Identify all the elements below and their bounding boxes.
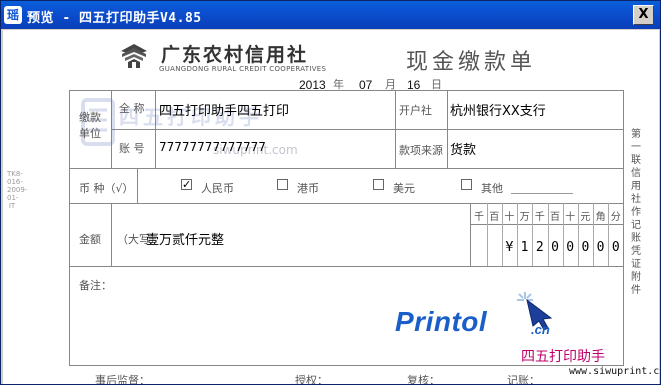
amount-column-rule bbox=[501, 203, 503, 266]
amount-digit-9: 0 bbox=[611, 240, 620, 255]
app-icon: 瑶 bbox=[4, 6, 22, 24]
bank-logo-icon bbox=[121, 44, 147, 68]
rule-bank-label bbox=[447, 90, 448, 168]
bank-label: 开户社 bbox=[399, 104, 432, 117]
rule-amount-label bbox=[111, 203, 112, 266]
bank-value: 杭州银行XX支行 bbox=[450, 104, 546, 119]
brand-name: 四五打印助手 bbox=[521, 349, 605, 365]
rule-currency-label bbox=[137, 168, 138, 203]
printol-brand: Printol bbox=[395, 306, 488, 337]
rule-currency-top bbox=[69, 168, 624, 169]
title-bar[interactable]: 瑶 预览 - 四五打印助手V4.85 X bbox=[1, 1, 660, 29]
currency-usd-checkbox bbox=[373, 179, 384, 190]
footer-authorize: 授权： bbox=[295, 374, 328, 384]
amount-column-rule bbox=[577, 203, 579, 266]
amount-column-rule bbox=[562, 203, 564, 266]
payer-group-label: 缴款单位 bbox=[79, 111, 101, 140]
currency-label: 币 种（√） bbox=[79, 182, 134, 195]
brand-url: www.siwuprint.com bbox=[569, 366, 659, 377]
amount-column-rule bbox=[593, 203, 595, 266]
side-note: 第一联 信用社作记账凭证附件 bbox=[631, 129, 641, 296]
amount-unit-6: 十 bbox=[565, 212, 576, 223]
remarks-label: 备注： bbox=[79, 279, 112, 292]
amount-unit-8: 角 bbox=[595, 212, 606, 223]
amount-unit-7: 元 bbox=[580, 212, 591, 223]
currency-other-line bbox=[511, 193, 573, 194]
form-title: 现金缴款单 bbox=[406, 50, 537, 75]
footer-supervisor: 事后监督： bbox=[95, 374, 150, 384]
amount-digit-7: 0 bbox=[581, 240, 590, 255]
footer-record: 记账： bbox=[507, 374, 540, 384]
amount-digit-4: 2 bbox=[535, 240, 544, 255]
amount-unit-9: 分 bbox=[610, 212, 621, 223]
amount-column-rule bbox=[608, 203, 610, 266]
amount-column-rule bbox=[547, 203, 549, 266]
amount-unit-4: 千 bbox=[534, 212, 545, 223]
amount-column-rule bbox=[532, 203, 534, 266]
left-code: TK8-016-2009-01-IT bbox=[7, 170, 28, 210]
amount-digit-5: 0 bbox=[551, 240, 559, 255]
printol-suffix: .cn bbox=[531, 322, 550, 337]
currency-other-checkbox bbox=[461, 179, 472, 190]
footer-review: 复核： bbox=[407, 374, 440, 384]
currency-other-label: 其他 bbox=[481, 182, 503, 195]
currency-rmb-label: 人民币 bbox=[201, 182, 234, 195]
amount-unit-1: 百 bbox=[489, 212, 500, 223]
rule-amount-top bbox=[69, 203, 624, 204]
rule-bank-left bbox=[395, 90, 396, 168]
amount-unit-5: 百 bbox=[550, 212, 560, 223]
amount-words: 壹万贰仟元整 bbox=[146, 233, 225, 248]
currency-hkd-checkbox bbox=[277, 179, 288, 190]
amount-digit-2: ¥ bbox=[505, 240, 514, 255]
amount-column-rule bbox=[486, 203, 488, 266]
amount-digit-3: 1 bbox=[520, 240, 529, 255]
amount-digit-6: 0 bbox=[566, 240, 575, 255]
payer-name-label: 全 称 bbox=[119, 102, 145, 115]
amount-unit-0: 千 bbox=[474, 212, 484, 223]
payer-account-value: 77777777777777 bbox=[159, 140, 266, 154]
source-label: 款项来源 bbox=[399, 144, 443, 157]
currency-hkd-label: 港币 bbox=[297, 182, 319, 195]
bank-name-en: GUANGDONG RURAL CREDIT COOPERATIVES bbox=[159, 65, 327, 73]
currency-usd-label: 美元 bbox=[393, 182, 415, 195]
amount-digit-8: 0 bbox=[596, 240, 605, 255]
amount-label: 金额 bbox=[79, 233, 101, 246]
amount-unit-2: 十 bbox=[504, 212, 515, 223]
window-title: 预览 - 四五打印助手V4.85 bbox=[27, 11, 202, 26]
bank-name: 广东农村信用社 bbox=[161, 44, 309, 66]
close-button[interactable]: X bbox=[633, 5, 654, 25]
rule-remarks-top bbox=[69, 266, 624, 267]
payer-name-value: 四五打印助手四五打印 bbox=[159, 104, 290, 119]
preview-canvas: 广东农村信用社 GUANGDONG RURAL CREDIT COOPERATI… bbox=[3, 30, 659, 384]
currency-rmb-checkbox: ✓ bbox=[181, 178, 192, 191]
amount-unit-3: 万 bbox=[519, 212, 530, 223]
amount-column-rule bbox=[517, 203, 519, 266]
rule-amount-digits bbox=[470, 203, 471, 266]
preview-window: 瑶 预览 - 四五打印助手V4.85 X 广东农村信用社 GUANGDONG R… bbox=[0, 0, 661, 385]
payer-account-label: 账 号 bbox=[119, 142, 145, 155]
source-value: 货款 bbox=[450, 143, 477, 158]
